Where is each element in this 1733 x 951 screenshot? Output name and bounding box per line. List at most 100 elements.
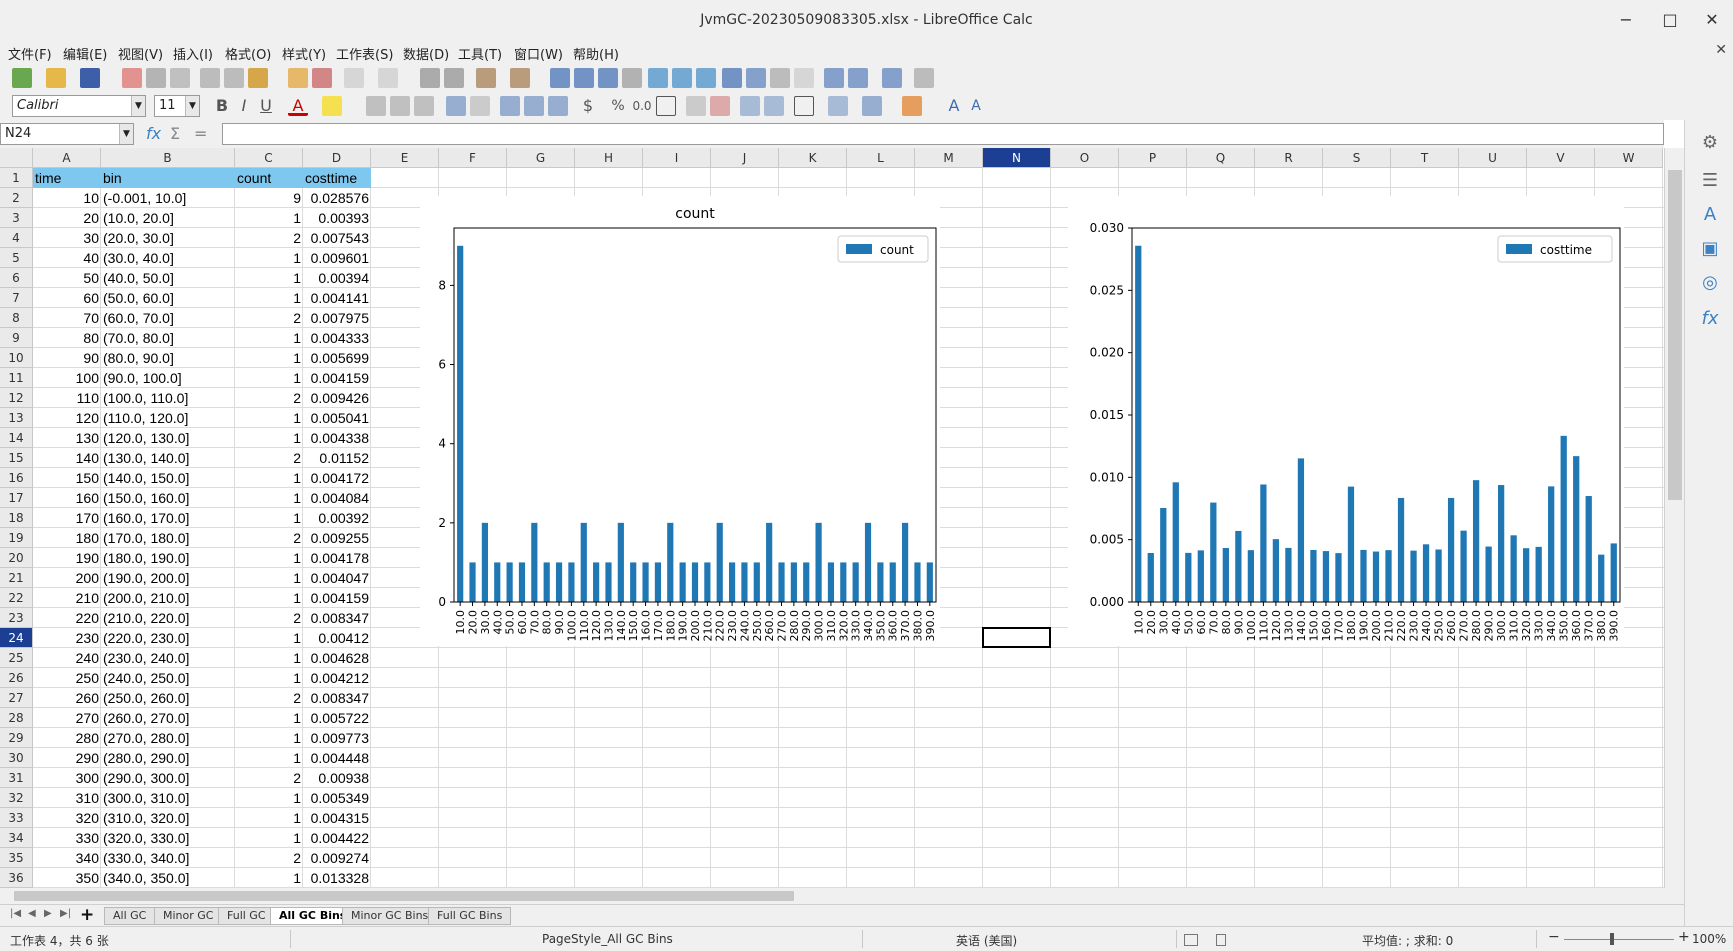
table-cell[interactable]: 30	[33, 228, 101, 248]
percent-icon[interactable]: %	[608, 96, 628, 116]
table-cell[interactable]: 1	[235, 428, 303, 448]
split-window-icon[interactable]	[882, 68, 902, 88]
table-cell[interactable]: (240.0, 250.0]	[101, 668, 235, 688]
row-header[interactable]: 2	[0, 188, 33, 208]
table-cell[interactable]: (120.0, 130.0]	[101, 428, 235, 448]
horizontal-scrollbar[interactable]	[0, 888, 1684, 904]
scroll-first-sheet-icon[interactable]: |◀	[10, 908, 21, 919]
undo-icon[interactable]	[344, 68, 364, 88]
row-header[interactable]: 4	[0, 228, 33, 248]
row-header[interactable]: 28	[0, 708, 33, 728]
table-cell[interactable]: 0.004448	[303, 748, 371, 768]
new-document-icon[interactable]	[12, 68, 32, 88]
pivot-table-icon[interactable]	[696, 68, 716, 88]
table-cell[interactable]: 2	[235, 388, 303, 408]
row-header[interactable]: 11	[0, 368, 33, 388]
table-cell[interactable]: 1	[235, 508, 303, 528]
increase-font-icon[interactable]: A	[944, 96, 964, 116]
row-header[interactable]: 27	[0, 688, 33, 708]
table-cell[interactable]: 150	[33, 468, 101, 488]
header-cell[interactable]: costtime	[303, 168, 371, 188]
table-cell[interactable]: (40.0, 50.0]	[101, 268, 235, 288]
column-header[interactable]: O	[1051, 148, 1119, 168]
column-header[interactable]: W	[1595, 148, 1663, 168]
align-bottom-icon[interactable]	[548, 96, 568, 116]
insert-chart-icon[interactable]	[672, 68, 692, 88]
formula-input[interactable]	[222, 123, 1664, 145]
close-window-button[interactable]: ✕	[1692, 6, 1732, 34]
row-header[interactable]: 9	[0, 328, 33, 348]
row-header[interactable]: 19	[0, 528, 33, 548]
select-all-corner[interactable]	[0, 148, 33, 168]
table-cell[interactable]: 2	[235, 848, 303, 868]
row-header[interactable]: 33	[0, 808, 33, 828]
table-cell[interactable]: 70	[33, 308, 101, 328]
bold-icon[interactable]: B	[212, 96, 232, 116]
chevron-down-icon[interactable]: ▼	[131, 96, 145, 116]
table-cell[interactable]: 1	[235, 828, 303, 848]
table-cell[interactable]: 130	[33, 428, 101, 448]
column-header[interactable]: K	[779, 148, 847, 168]
insert-image-icon[interactable]	[648, 68, 668, 88]
underline-icon[interactable]: U	[256, 96, 276, 116]
table-cell[interactable]: (200.0, 210.0]	[101, 588, 235, 608]
selected-cell-cursor[interactable]	[982, 627, 1051, 648]
sheet-tab-minor-gc[interactable]: Minor GC	[154, 907, 223, 925]
scroll-prev-sheet-icon[interactable]: ◀	[28, 908, 36, 919]
table-cell[interactable]: 80	[33, 328, 101, 348]
table-cell[interactable]: 0.00412	[303, 628, 371, 648]
table-cell[interactable]: 0.004141	[303, 288, 371, 308]
table-cell[interactable]: 1	[235, 728, 303, 748]
table-cell[interactable]: 0.004159	[303, 368, 371, 388]
header-cell[interactable]: count	[235, 168, 303, 188]
table-cell[interactable]: (190.0, 200.0]	[101, 568, 235, 588]
table-cell[interactable]: (300.0, 310.0]	[101, 788, 235, 808]
table-cell[interactable]: 1	[235, 588, 303, 608]
show-draw-functions-icon[interactable]	[914, 68, 934, 88]
column-header[interactable]: T	[1391, 148, 1459, 168]
font-color-icon[interactable]: A	[288, 96, 308, 116]
minimize-button[interactable]: −	[1606, 6, 1646, 34]
date-format-icon[interactable]	[656, 96, 676, 116]
column-header[interactable]: J	[711, 148, 779, 168]
zoom-in-icon[interactable]: +	[1678, 929, 1690, 945]
conditional-format-icon[interactable]	[902, 96, 922, 116]
table-cell[interactable]: 0.008347	[303, 688, 371, 708]
header-cell[interactable]: time	[33, 168, 101, 188]
headers-footers-icon[interactable]	[794, 68, 814, 88]
table-cell[interactable]: 120	[33, 408, 101, 428]
table-cell[interactable]: 0.007975	[303, 308, 371, 328]
menu-sheet[interactable]: 工作表(S)	[336, 44, 393, 63]
copy-icon[interactable]	[224, 68, 244, 88]
column-header[interactable]: C	[235, 148, 303, 168]
table-cell[interactable]: (260.0, 270.0]	[101, 708, 235, 728]
table-cell[interactable]: 0.004047	[303, 568, 371, 588]
border-color-icon[interactable]	[862, 96, 882, 116]
table-cell[interactable]: 0.005722	[303, 708, 371, 728]
table-cell[interactable]: 60	[33, 288, 101, 308]
table-cell[interactable]: 2	[235, 308, 303, 328]
sheet-tab-minor-gc-bins[interactable]: Minor GC Bins	[342, 907, 438, 925]
sheet-tab-all-gc[interactable]: All GC	[104, 907, 156, 925]
table-cell[interactable]: 40	[33, 248, 101, 268]
open-folder-icon[interactable]	[46, 68, 66, 88]
menu-window[interactable]: 窗口(W)	[514, 44, 563, 63]
column-header[interactable]: H	[575, 148, 643, 168]
row-icon[interactable]	[476, 68, 496, 88]
row-header[interactable]: 34	[0, 828, 33, 848]
table-cell[interactable]: 110	[33, 388, 101, 408]
table-cell[interactable]: 200	[33, 568, 101, 588]
menu-data[interactable]: 数据(D)	[403, 44, 449, 63]
scroll-next-sheet-icon[interactable]: ▶	[44, 908, 52, 919]
column-icon[interactable]	[510, 68, 530, 88]
column-header[interactable]: G	[507, 148, 575, 168]
row-header[interactable]: 10	[0, 348, 33, 368]
table-cell[interactable]: 1	[235, 268, 303, 288]
table-cell[interactable]: 0.00394	[303, 268, 371, 288]
table-cell[interactable]: (110.0, 120.0]	[101, 408, 235, 428]
row-header[interactable]: 31	[0, 768, 33, 788]
clone-formatting-icon[interactable]	[288, 68, 308, 88]
scroll-last-sheet-icon[interactable]: ▶|	[60, 908, 71, 919]
table-cell[interactable]: 1	[235, 368, 303, 388]
table-cell[interactable]: (310.0, 320.0]	[101, 808, 235, 828]
